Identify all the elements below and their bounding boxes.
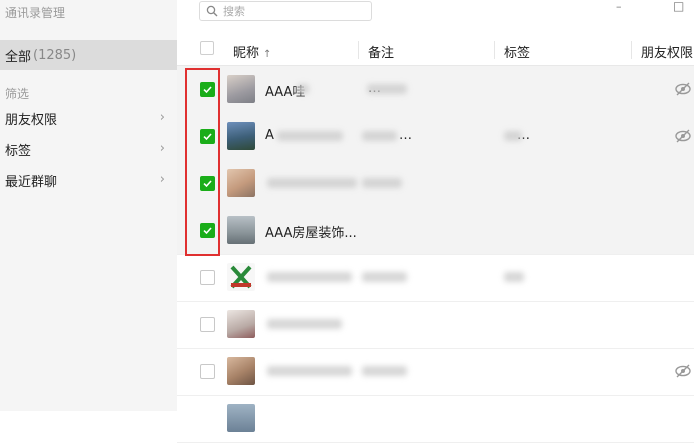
table-row[interactable] <box>177 301 694 349</box>
sidebar-item-label: 标签 <box>5 143 32 159</box>
column-header-nickname[interactable]: 昵称 ↑ <box>233 42 271 61</box>
avatar <box>227 122 255 150</box>
blurred-text <box>367 84 407 94</box>
column-divider <box>631 41 632 59</box>
contact-count: (1285) <box>33 47 77 63</box>
maximize-button[interactable]: □ <box>673 0 684 13</box>
minimize-button[interactable]: – <box>616 0 622 13</box>
column-divider <box>494 41 495 59</box>
sidebar-item-tags[interactable]: 标签 › <box>0 137 177 161</box>
search-icon <box>206 5 218 17</box>
blurred-text <box>362 366 407 376</box>
avatar <box>227 263 255 291</box>
blurred-text <box>362 131 397 141</box>
sidebar-item-all-label: 全部 <box>5 49 32 65</box>
chevron-right-icon: › <box>159 172 165 187</box>
eye-hidden-icon <box>675 82 691 96</box>
blurred-text <box>267 272 352 282</box>
sidebar-item-label: 最近群聊 <box>5 174 58 190</box>
table-row[interactable] <box>177 254 694 302</box>
column-header-tag[interactable]: 标签 <box>504 42 530 61</box>
nickname-header-label: 昵称 <box>233 46 260 61</box>
eye-hidden-icon <box>675 129 691 143</box>
sidebar-item-friend-permission[interactable]: 朋友权限 › <box>0 106 177 130</box>
avatar <box>227 216 255 244</box>
logo-icon <box>230 265 252 289</box>
blurred-text <box>277 131 343 141</box>
contact-nickname: AAA房屋装饰... <box>265 226 357 241</box>
contact-nickname: A <box>265 128 274 143</box>
column-divider <box>358 41 359 59</box>
contact-list-panel: 搜索 – □ 昵称↑ 备注 标签 朋友权限 AAA哇 … A <box>177 0 694 443</box>
blurred-text <box>362 178 402 188</box>
table-row[interactable]: A … … <box>177 113 694 161</box>
row-checkbox[interactable] <box>200 270 215 285</box>
row-checkbox[interactable] <box>200 317 215 332</box>
blurred-text <box>297 84 309 94</box>
table-row[interactable] <box>177 395 694 443</box>
table-row[interactable]: AAA哇 … <box>177 66 694 114</box>
table-row[interactable] <box>177 160 694 208</box>
row-checkbox[interactable] <box>200 364 215 379</box>
search-input[interactable]: 搜索 <box>199 1 372 21</box>
chevron-right-icon: › <box>159 110 165 125</box>
selection-highlight-box <box>185 68 220 256</box>
sort-ascending-icon: ↑ <box>263 49 272 60</box>
sidebar: 通讯录管理 全部 (1285) 筛选 朋友权限 › 标签 › 最近群聊 › <box>0 0 177 411</box>
blurred-text <box>267 319 342 329</box>
avatar <box>227 169 255 197</box>
search-placeholder: 搜索 <box>223 5 245 18</box>
sidebar-item-all[interactable]: 全部 (1285) <box>0 40 177 70</box>
table-header: 昵称 ↑ 备注 标签 朋友权限 <box>177 35 694 66</box>
contact-remark: … <box>399 128 412 143</box>
sidebar-title: 通讯录管理 <box>5 6 66 20</box>
avatar <box>227 310 255 338</box>
sidebar-item-recent-groups[interactable]: 最近群聊 › <box>0 168 177 192</box>
avatar <box>227 75 255 103</box>
sidebar-item-label: 朋友权限 <box>5 112 58 128</box>
table-row[interactable] <box>177 348 694 396</box>
contact-manager-window: 通讯录管理 全部 (1285) 筛选 朋友权限 › 标签 › 最近群聊 › 搜索… <box>0 0 694 443</box>
blurred-text <box>504 272 524 282</box>
blurred-text <box>267 366 352 376</box>
table-row[interactable]: AAA房屋装饰... <box>177 207 694 255</box>
column-header-permission[interactable]: 朋友权限 <box>641 42 693 61</box>
blurred-text <box>362 272 407 282</box>
select-all-checkbox[interactable] <box>200 41 214 55</box>
filter-heading: 筛选 <box>5 87 30 101</box>
blurred-text <box>267 178 357 188</box>
column-header-remark[interactable]: 备注 <box>368 42 394 61</box>
chevron-right-icon: › <box>159 141 165 156</box>
eye-hidden-icon <box>675 364 691 378</box>
blurred-text <box>504 131 522 141</box>
avatar <box>227 357 255 385</box>
avatar <box>227 404 255 432</box>
